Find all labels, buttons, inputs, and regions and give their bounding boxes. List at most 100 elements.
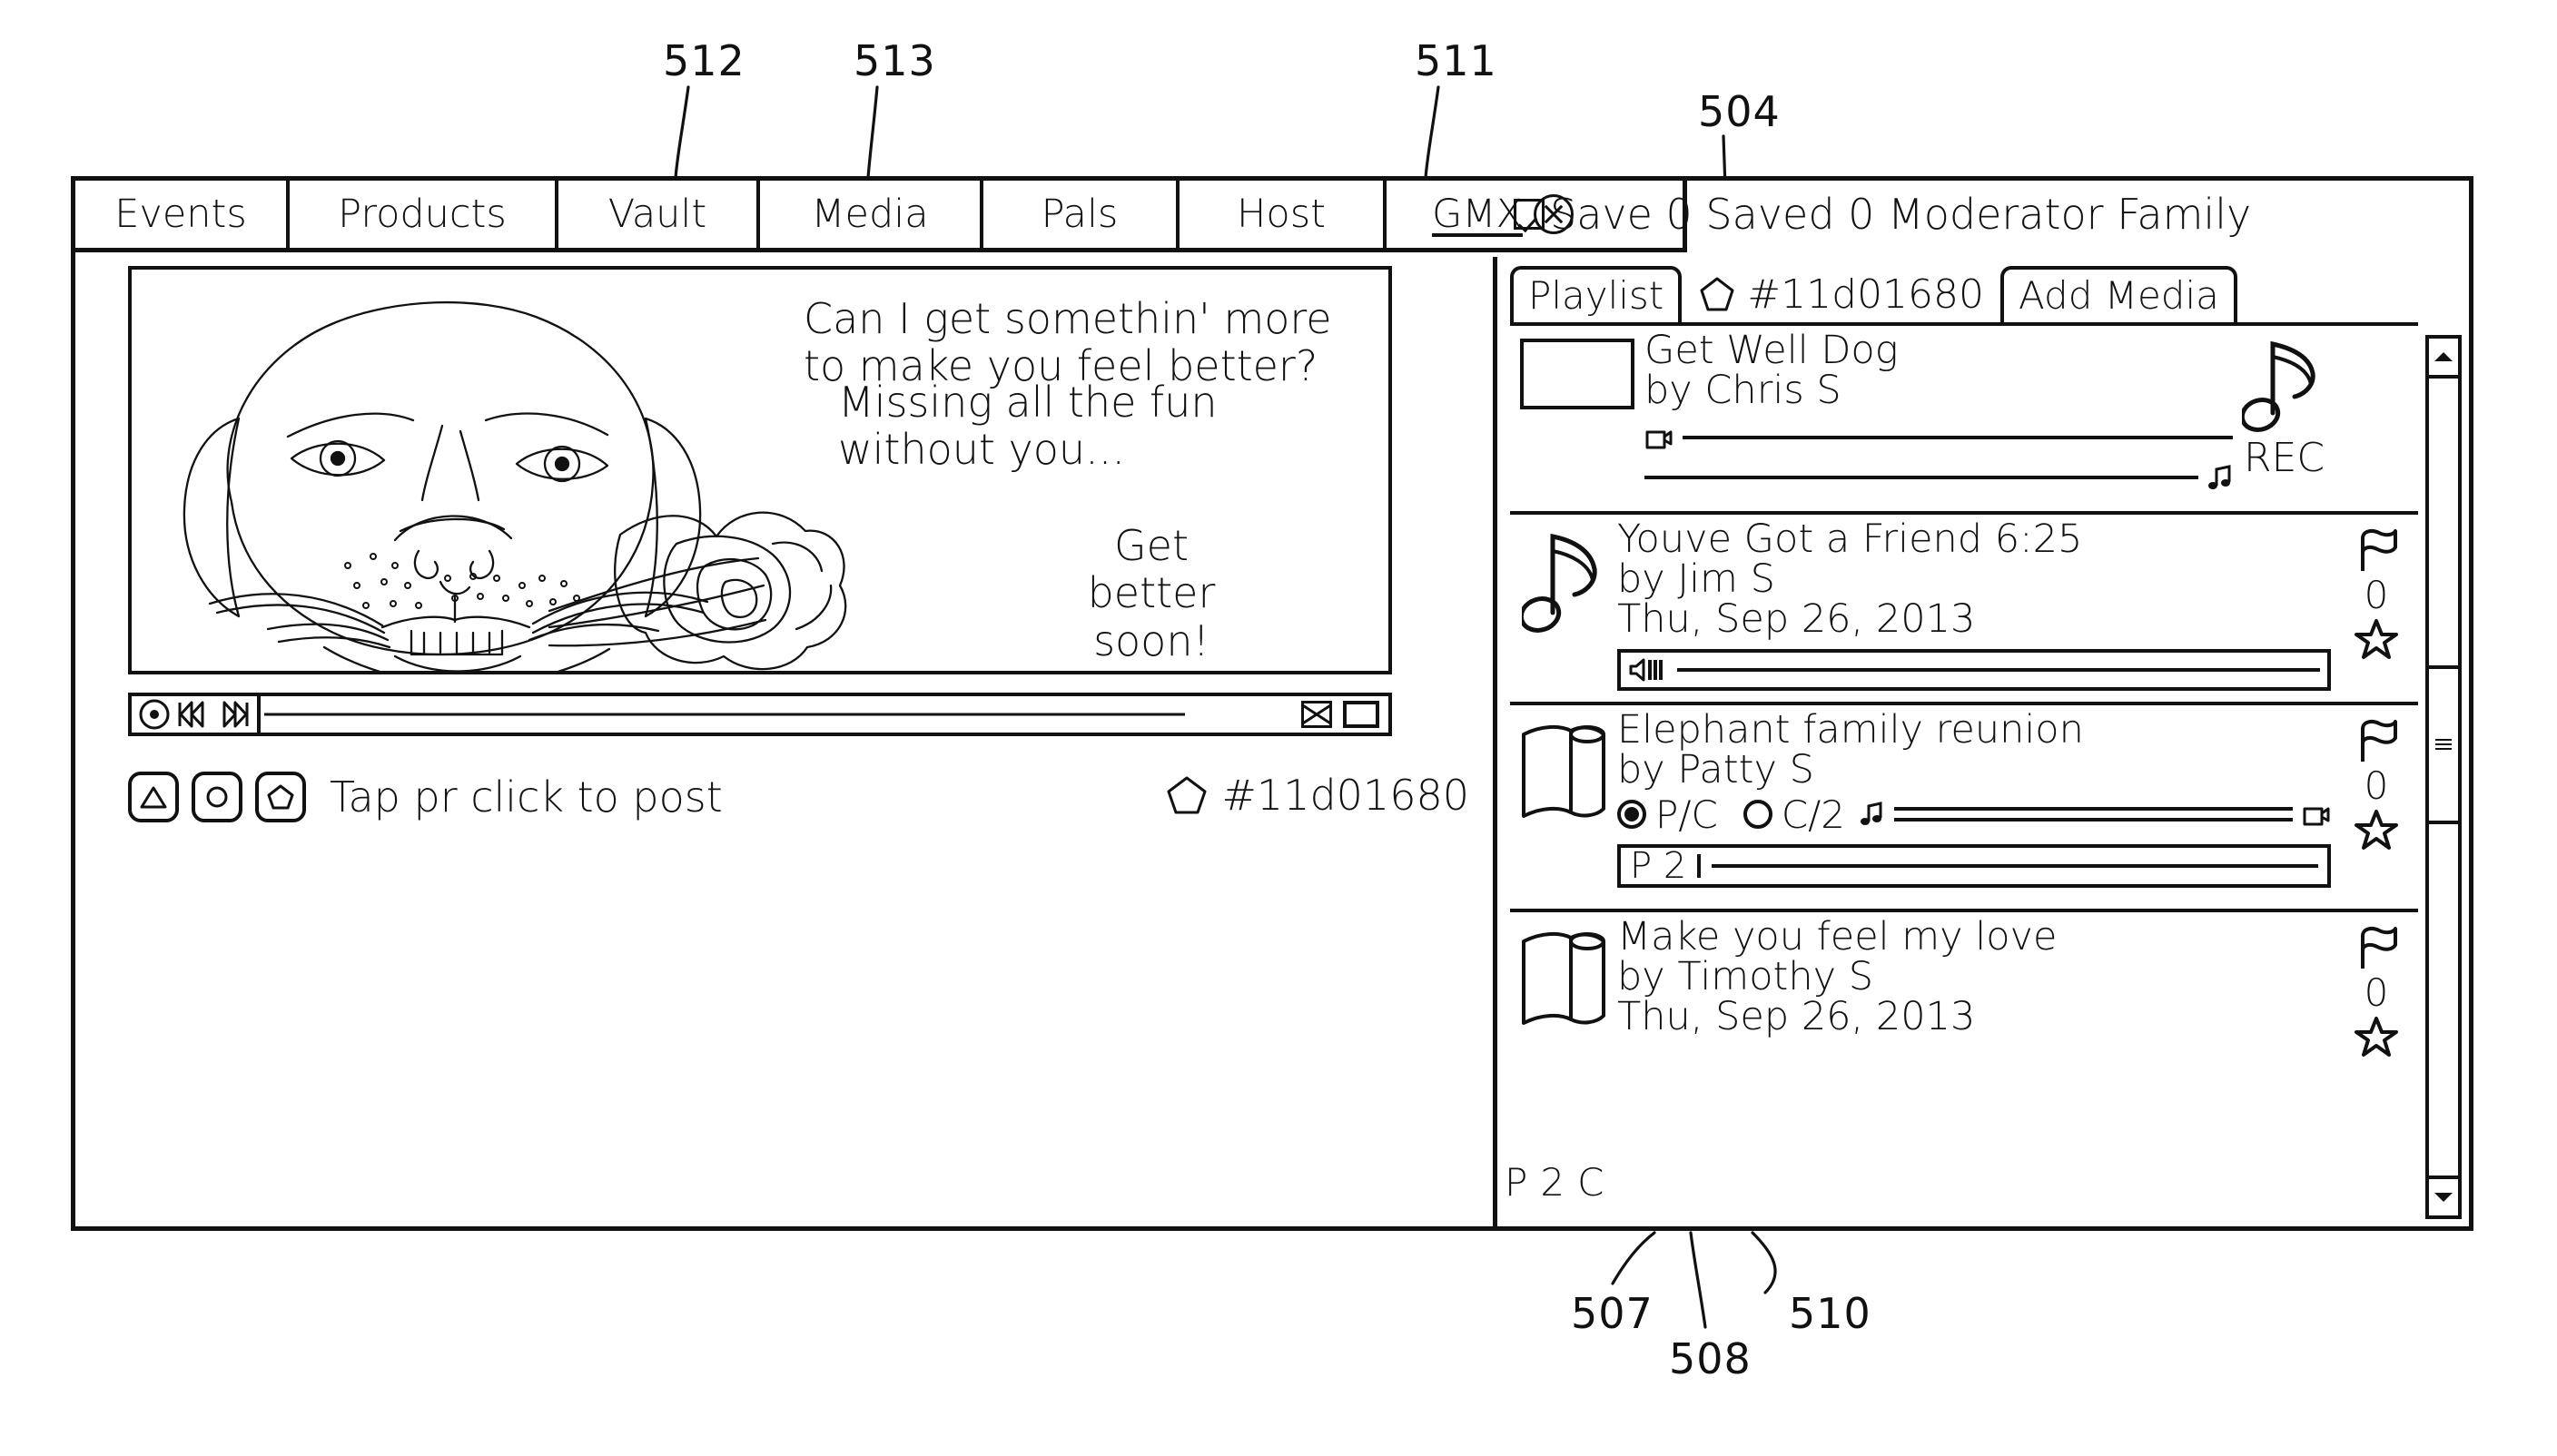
camera-icon[interactable] [2302,801,2331,828]
ref-510: 510 [1789,1289,1871,1338]
rec-label: REC [2244,435,2325,481]
option-video-track[interactable] [1894,807,2293,812]
pentagon-icon[interactable] [255,772,306,822]
media-pane: Can I get somethin' more to make you fee… [75,257,1497,1226]
tab-playlist-label: Playlist [1528,272,1664,318]
camera-icon[interactable] [1644,424,1673,451]
position-track[interactable] [1712,863,2318,868]
item-video-track[interactable] [1683,435,2233,439]
content-row: Can I get somethin' more to make you fee… [75,190,2469,1226]
circle-icon[interactable] [192,772,242,822]
nav-tab-pals[interactable]: Pals [983,181,1180,248]
media-stage[interactable]: Can I get somethin' more to make you fee… [128,266,1392,674]
media-id-label: #11d01680 [1221,771,1469,820]
save-checkbox[interactable] [1514,199,1545,230]
nav-tab-label: Pals [1041,192,1119,237]
item-date: Thu, Sep 26, 2013 [1617,595,1976,642]
window-box-icon[interactable] [1343,701,1379,728]
item-right-column: 0 [2335,711,2418,903]
radio-c2[interactable] [1743,800,1772,830]
option-c2-label: C/2 [1781,792,1846,837]
post-hint-label: Tap pr click to post [330,772,723,821]
list-item[interactable]: Elephant family reunion by Patty S P/C C… [1510,705,2418,912]
item-progress-bar[interactable] [1617,648,2331,691]
ref-511: 511 [1415,36,1497,85]
pentagon-icon [1167,776,1207,814]
marker-p: P [1505,1160,1528,1205]
nav-tab-host[interactable]: Host [1180,181,1387,248]
playlist-id: #11d01680 [1682,266,2000,322]
nav-tab-label: Products [338,192,507,237]
item-subtitle: by Chris S [1644,367,1841,413]
skip-back-icon[interactable] [175,697,210,732]
ref-508: 508 [1669,1334,1752,1383]
transport-window-controls [1292,696,1388,733]
radio-pc[interactable] [1617,800,1646,830]
caret-down-icon[interactable] [2429,1176,2458,1215]
item-right-column: 0 [2335,520,2418,696]
nav-tab-label: Host [1237,192,1326,237]
flag-icon[interactable] [2352,716,2401,765]
save-status-label: Save 0 Saved 0 Moderator Family [1550,190,2252,239]
item-right-column: REC [2236,331,2418,506]
star-icon[interactable] [2354,807,2399,852]
transport-scrub-track[interactable] [261,696,1292,733]
record-icon[interactable] [137,697,172,732]
nav-tab-products[interactable]: Products [290,181,558,248]
ref-504: 504 [1698,87,1781,136]
item-audio-track[interactable] [1644,475,2198,479]
item-title: Youve Got a Friend 6:25 [1617,516,2083,562]
media-transport-bar[interactable] [128,693,1392,736]
item-subtitle: by Timothy S [1617,953,1874,999]
nav-tab-events[interactable]: Events [75,181,290,248]
list-item[interactable]: Youve Got a Friend 6:25 by Jim S Thu, Se… [1510,515,2418,705]
skip-forward-icon[interactable] [213,697,252,732]
playlist-items: Get Well Dog by Chris S REC Youve Got a … [1510,322,2418,1219]
item-subtitle: by Patty S [1617,746,1814,792]
nav-tab-media[interactable]: Media [760,181,983,248]
nav-tab-label: Events [114,192,247,237]
speaker-pause-icon[interactable] [1628,656,1668,684]
progress-track[interactable] [1677,667,2320,672]
caret-up-icon[interactable] [2429,339,2458,379]
scrollbar-thumb[interactable] [2429,665,2458,824]
thumbnail-box-icon [1520,339,1634,409]
close-box-icon[interactable] [1301,701,1332,728]
playlist-markers: P 2 C [1505,1160,1604,1205]
option-audio-track[interactable] [1894,818,2293,822]
position-handle[interactable] [1697,853,1702,878]
ref-513: 513 [854,36,936,85]
item-position-box[interactable]: P 2 [1617,843,2331,888]
nav-tab-label: Vault [607,192,707,237]
playlist-scrollbar[interactable] [2425,335,2462,1219]
item-right-column: 0 [2335,918,2418,1088]
grip-icon [2435,736,2452,753]
list-item[interactable]: Get Well Dog by Chris S REC [1510,326,2418,515]
playlist-tab-row: Playlist #11d01680 Add Media [1510,266,2460,322]
list-item[interactable]: Make you feel my love by Timothy S Thu, … [1510,912,2418,1094]
playlist-pane: Save 0 Saved 0 Moderator Family Playlist… [1497,190,2469,1226]
star-icon[interactable] [2354,1014,2399,1059]
marker-c: C [1577,1160,1604,1205]
flag-icon[interactable] [2352,526,2401,575]
stage-message-3: Get better soon! [1087,521,1216,665]
flag-icon[interactable] [2352,923,2401,972]
marker-2: 2 [1540,1160,1565,1205]
triangle-icon[interactable] [128,772,179,822]
tab-playlist[interactable]: Playlist [1510,266,1683,322]
flag-count: 0 [2364,763,2389,808]
media-id-tag: #11d01680 [1165,771,1469,820]
tab-add-media[interactable]: Add Media [2000,266,2237,322]
tab-add-media-label: Add Media [2019,272,2219,318]
playlist-id-label: #11d01680 [1747,271,1985,318]
transport-controls [132,696,261,733]
item-body: Get Well Dog by Chris S [1644,330,2236,506]
music-note-small-icon [1861,802,1882,826]
nav-tab-label: Media [811,192,929,237]
item-thumbnail [1510,711,1617,903]
nav-tab-label: GMX [1432,192,1523,237]
item-subtitle: by Jim S [1617,556,1775,602]
nav-tab-vault[interactable]: Vault [558,181,760,248]
scrollbar-track[interactable] [2429,379,2458,1176]
star-icon[interactable] [2354,616,2399,662]
